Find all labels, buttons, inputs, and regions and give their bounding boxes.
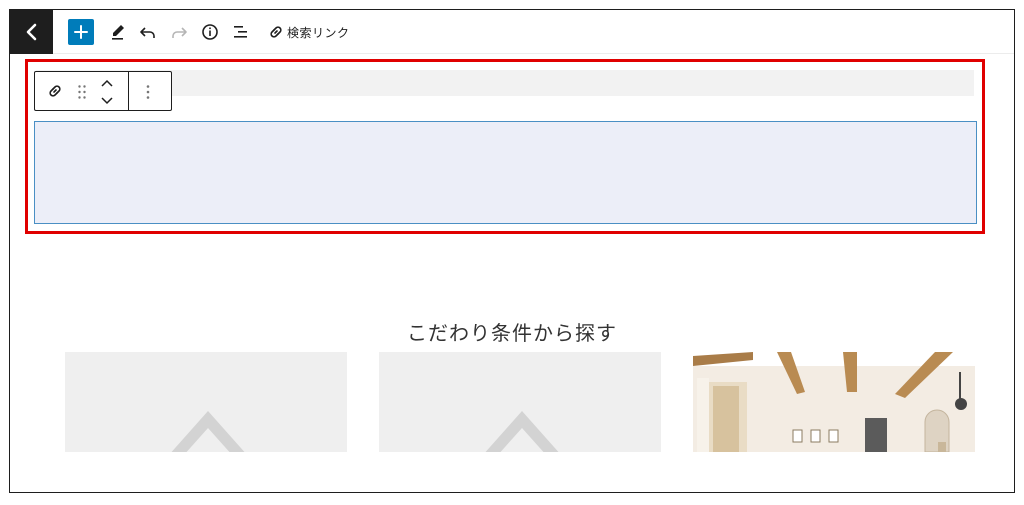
redo-icon [172,27,187,38]
info-icon [202,24,218,40]
category-card[interactable] [65,352,347,452]
list-view-button[interactable] [230,21,252,43]
block-background-strip [36,70,974,96]
section-title: こだわり条件から探す [407,321,617,345]
more-vertical-icon [146,85,150,99]
edit-tool-button[interactable] [107,21,129,43]
plus-icon [74,25,88,39]
category-card[interactable] [379,352,661,452]
interior-photo-card[interactable] [693,352,975,452]
link-icon [49,85,61,97]
redo-button[interactable] [168,21,190,43]
editor-toolbar: 検索リンク [10,10,1014,54]
editor-window: 検索リンク こだわり条件から探す [9,9,1015,493]
interior-photo [693,352,975,452]
back-button[interactable] [10,10,53,54]
search-link-label: 検索リンク [287,25,350,40]
link-icon [270,26,282,38]
block-link-button[interactable] [47,83,63,103]
chevron-left-icon [26,23,37,41]
house-placeholder-icon [171,411,245,452]
chevron-up-down-icon [101,79,113,105]
more-options-button[interactable] [145,84,151,104]
pencil-icon [112,25,124,40]
undo-button[interactable] [137,21,159,43]
undo-icon [140,27,155,38]
list-view-icon [234,26,247,38]
drag-handle-icon [78,85,86,99]
selected-empty-block[interactable] [34,121,977,224]
add-block-button[interactable] [68,19,94,45]
highlighted-block-area [25,59,985,234]
block-toolbar [34,71,172,111]
move-up-down-button[interactable] [100,79,114,109]
drag-handle[interactable] [77,84,87,104]
info-button[interactable] [199,21,221,43]
house-placeholder-icon [485,411,559,452]
search-link-button[interactable]: 検索リンク [268,21,350,43]
toolbar-divider [128,72,129,110]
